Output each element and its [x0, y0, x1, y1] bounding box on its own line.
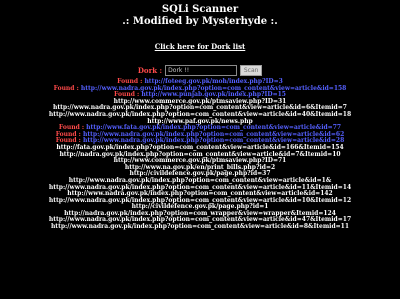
page-subtitle: .: Modified by Mysterhyde :.: [122, 16, 278, 27]
scanner-page: SQLi Scanner .: Modified by Mysterhyde :…: [0, 0, 400, 299]
dork-label: Dork :: [137, 65, 163, 75]
dork-list-link[interactable]: Click here for Dork list: [0, 42, 400, 51]
result-row: http://www.nadra.gov.pk/index.php?option…: [0, 223, 400, 231]
dork-input[interactable]: [165, 64, 238, 76]
results-list: Found : http://foteeg.gov.pk/moh/index.p…: [0, 78, 400, 231]
page-title: SQLi Scanner: [161, 4, 239, 15]
found-label: Found :: [53, 84, 79, 92]
header: SQLi Scanner .: Modified by Mysterhyde :…: [0, 0, 400, 51]
scan-form: Dork : Scan: [0, 64, 400, 76]
scan-button[interactable]: Scan: [240, 64, 263, 76]
scanned-url: http://www.nadra.gov.pk/index.php?option…: [50, 223, 350, 231]
